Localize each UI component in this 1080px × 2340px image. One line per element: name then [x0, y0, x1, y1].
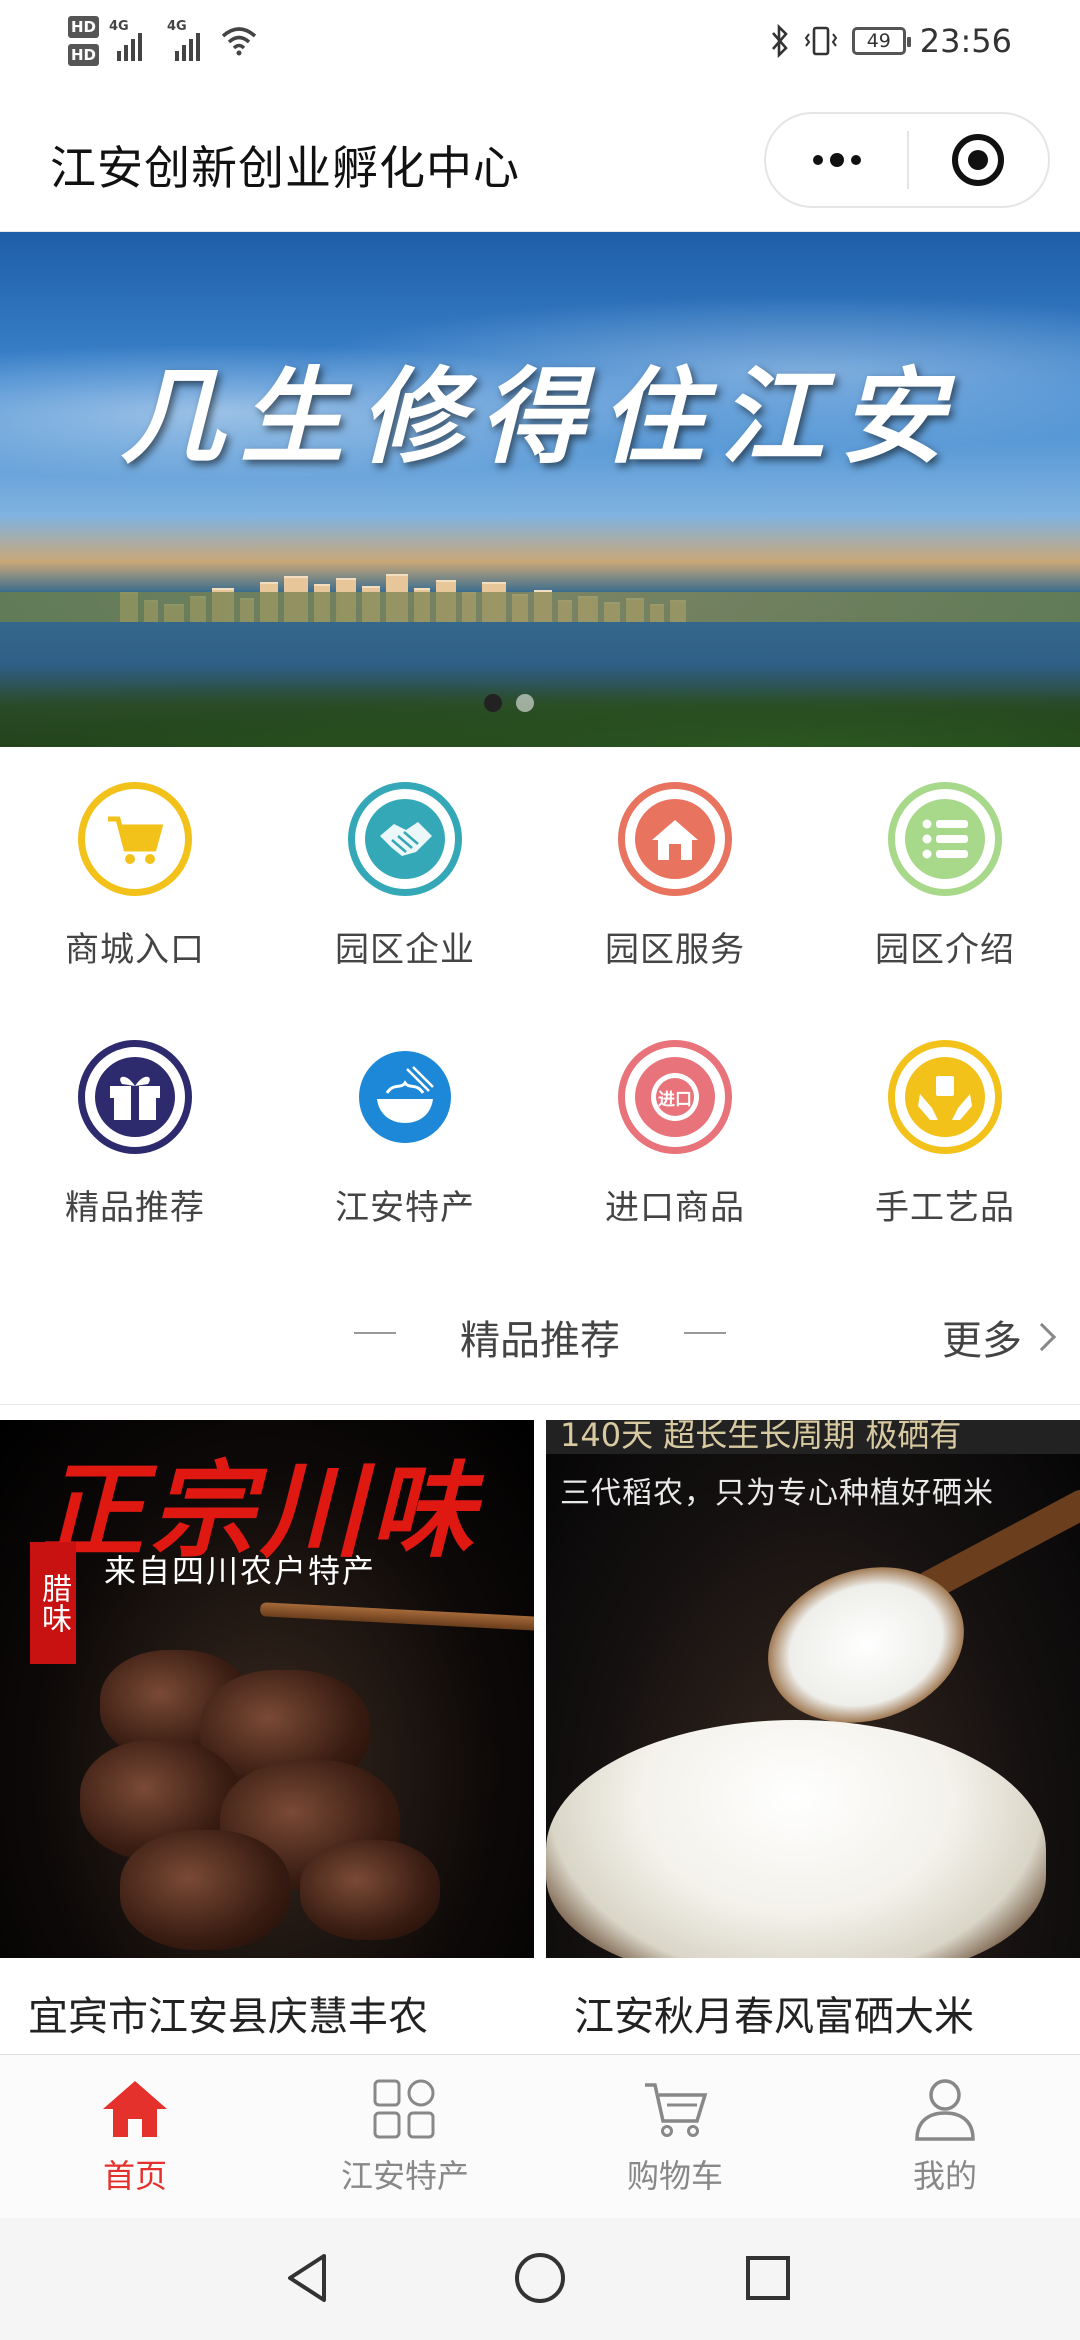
carousel-dot[interactable] — [516, 694, 534, 712]
product-image: 正宗川味 腊味 来自四川农户特产 — [0, 1420, 534, 1958]
app-header: 江安创新创业孵化中心 — [0, 90, 1080, 232]
gift-icon — [78, 1040, 192, 1154]
category-icon — [373, 2079, 435, 2139]
target-icon — [952, 134, 1005, 186]
grid-item-park-services[interactable]: 园区服务 — [540, 782, 810, 971]
rice-bowl-graphic — [546, 1720, 1046, 1958]
section-header: 精品推荐 更多 — [0, 1262, 1080, 1364]
grid-item-label: 园区介绍 — [875, 930, 1015, 970]
tab-label: 首页 — [102, 2157, 167, 2195]
grid-item-label: 手工艺品 — [875, 1188, 1015, 1228]
close-mini-program-button[interactable] — [909, 114, 1048, 206]
more-dots-icon — [812, 155, 823, 165]
tab-label: 江安特产 — [340, 2157, 469, 2195]
hd-badge-1: HD — [68, 16, 100, 38]
grid-item-label: 江安特产 — [335, 1188, 475, 1228]
grid-item-label: 商城入口 — [65, 930, 205, 970]
mini-program-capsule — [764, 112, 1050, 208]
more-menu-button[interactable] — [766, 114, 907, 206]
banner-riverbank — [0, 592, 1080, 622]
product-name: 宜宾市江安县庆慧丰农 — [28, 1994, 428, 2040]
product-image-banner: 140天 超长生长周期 极硒有 — [546, 1420, 1080, 1454]
grid-item-jiangan-specialty[interactable]: 江安特产 — [270, 1040, 540, 1229]
chopstick-graphic — [259, 1602, 534, 1632]
product-image-subtitle: 三代稻农，只为专心种植好硒米 — [560, 1476, 994, 1511]
back-icon — [288, 2254, 326, 2302]
product-card[interactable]: 正宗川味 腊味 来自四川农户特产 宜宾市江安县庆慧丰农 — [0, 1420, 534, 2042]
grid-item-featured[interactable]: 精品推荐 — [0, 1040, 270, 1229]
status-left: HD HD 4G 4G — [68, 16, 257, 66]
divider — [0, 1404, 1080, 1405]
bluetooth-icon — [771, 24, 788, 58]
home-icon — [618, 782, 732, 896]
carousel-indicators — [484, 694, 534, 712]
vibrate-icon — [804, 26, 838, 56]
status-bar: HD HD 4G 4G 49 23:56 — [0, 0, 1080, 90]
handshake-icon — [348, 782, 462, 896]
more-label: 更多 — [942, 1318, 1022, 1364]
grid-item-label: 精品推荐 — [65, 1188, 205, 1228]
grid-item-mall-entry[interactable]: 商城入口 — [0, 782, 270, 971]
tab-profile[interactable]: 我的 — [810, 2077, 1080, 2197]
recents-icon — [746, 2256, 790, 2300]
tab-label: 我的 — [912, 2157, 977, 2195]
section-title: 精品推荐 — [460, 1318, 620, 1364]
cart-icon — [645, 2083, 708, 2137]
list-icon — [888, 782, 1002, 896]
carousel-dot-active[interactable] — [484, 694, 502, 712]
banner-foreground-trees — [0, 667, 1080, 747]
grid-item-imported-goods[interactable]: 进口 进口商品 — [540, 1040, 810, 1229]
product-name: 江安秋月春风富硒大米 — [574, 1994, 974, 2040]
handcraft-icon — [888, 1040, 1002, 1154]
signal-1-icon: 4G — [109, 19, 149, 61]
grid-item-park-companies[interactable]: 园区企业 — [270, 782, 540, 971]
page-title: 江安创新创业孵化中心 — [50, 141, 520, 195]
section-divider-right — [684, 1332, 726, 1334]
product-image-subtitle: 来自四川农户特产 — [104, 1552, 377, 1590]
battery-indicator: 49 — [851, 27, 911, 55]
recents-button[interactable] — [736, 2246, 800, 2310]
noodle-bowl-icon — [348, 1040, 462, 1154]
chevron-right-icon — [1027, 1322, 1057, 1352]
grid-item-label: 园区企业 — [335, 930, 475, 970]
more-link[interactable]: 更多 — [942, 1308, 1057, 1366]
back-button[interactable] — [276, 2246, 340, 2310]
hd-badges: HD HD — [68, 16, 100, 66]
import-badge-text: 进口 — [658, 1089, 692, 1110]
home-icon — [103, 2081, 167, 2137]
signal-2-icon: 4G — [167, 19, 211, 61]
bottom-tab-bar: 首页 江安特产 购物车 我的 — [0, 2054, 1080, 2218]
system-nav-bar — [0, 2218, 1080, 2340]
tab-jiangan-specialty[interactable]: 江安特产 — [270, 2077, 540, 2197]
tab-cart[interactable]: 购物车 — [540, 2077, 810, 2197]
clock: 23:56 — [919, 22, 1012, 60]
grid-item-label: 进口商品 — [605, 1188, 745, 1228]
home-button[interactable] — [508, 2246, 572, 2310]
cart-icon — [78, 782, 192, 896]
product-image-tag: 腊味 — [30, 1542, 76, 1664]
tab-home[interactable]: 首页 — [0, 2077, 270, 2197]
grid-item-park-intro[interactable]: 园区介绍 — [810, 782, 1080, 971]
wifi-icon — [221, 27, 257, 56]
banner-slogan: 几生修得住江安 — [119, 355, 960, 478]
grid-item-handicrafts[interactable]: 手工艺品 — [810, 1040, 1080, 1229]
banner-carousel[interactable]: 几生修得住江安 — [0, 232, 1080, 747]
grid-item-label: 园区服务 — [605, 930, 745, 970]
tab-label: 购物车 — [626, 2157, 723, 2195]
product-image: 140天 超长生长周期 极硒有 三代稻农，只为专心种植好硒米 — [546, 1420, 1080, 1958]
import-badge-icon: 进口 — [618, 1040, 732, 1154]
hd-badge-2: HD — [68, 44, 100, 66]
product-card[interactable]: 140天 超长生长周期 极硒有 三代稻农，只为专心种植好硒米 江安秋月春风富硒大… — [546, 1420, 1080, 2042]
home-circle-icon — [515, 2253, 565, 2303]
status-right: 49 23:56 — [770, 22, 1012, 60]
user-icon — [915, 2079, 975, 2141]
